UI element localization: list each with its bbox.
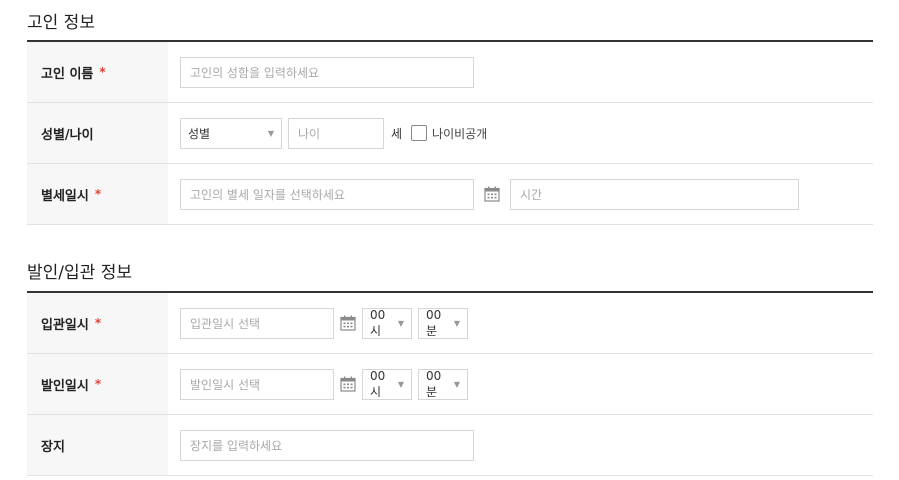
calendar-icon[interactable]	[340, 376, 356, 392]
funeral-form: 입관일시 * 입관일시 선택 00시 ▼ 00분 ▼ 발인일시 * 발인일시 선…	[27, 291, 873, 476]
burial-field-wrap: 장지를 입력하세요	[168, 429, 873, 461]
encoffin-minute-value: 00분	[426, 307, 442, 338]
gender-select[interactable]: 성별 ▼	[180, 117, 282, 149]
required-mark: *	[94, 316, 102, 330]
death-date-input[interactable]: 고인의 별세 일자를 선택하세요	[180, 178, 474, 210]
departure-minute-select[interactable]: 00분 ▼	[418, 368, 468, 400]
age-unit: 세	[391, 126, 403, 141]
death-time-placeholder: 시간	[520, 187, 543, 202]
calendar-icon[interactable]	[340, 315, 356, 331]
deceased-name-placeholder: 고인의 성함을 입력하세요	[190, 65, 320, 80]
name-label-text: 고인 이름	[41, 66, 94, 82]
departure-date-input[interactable]: 발인일시 선택	[180, 368, 334, 400]
burial-label: 장지	[27, 415, 168, 475]
deceased-name-input[interactable]: 고인의 성함을 입력하세요	[180, 56, 474, 88]
encoffin-hour-select[interactable]: 00시 ▼	[362, 307, 412, 339]
gender-age-label-text: 성별/나이	[41, 127, 94, 143]
encoffin-label: 입관일시 *	[27, 293, 168, 353]
departure-date-placeholder: 발인일시 선택	[190, 377, 261, 392]
death-time-input[interactable]: 시간	[510, 178, 799, 210]
required-mark: *	[94, 187, 102, 201]
caret-down-icon: ▼	[397, 318, 404, 328]
death-datetime-label: 별세일시 *	[27, 164, 168, 224]
departure-hour-value: 00시	[370, 368, 386, 399]
age-placeholder: 나이	[298, 126, 321, 141]
encoffin-row: 입관일시 * 입관일시 선택 00시 ▼ 00분 ▼	[27, 293, 873, 354]
encoffin-field-wrap: 입관일시 선택 00시 ▼ 00분 ▼	[168, 307, 873, 339]
encoffin-date-placeholder: 입관일시 선택	[190, 316, 261, 331]
deceased-section-title: 고인 정보	[27, 13, 95, 33]
required-mark: *	[99, 65, 106, 79]
hide-age-checkbox[interactable]	[411, 125, 428, 141]
death-datetime-field-wrap: 고인의 별세 일자를 선택하세요 시간	[168, 178, 873, 210]
departure-label-text: 발인일시	[41, 378, 89, 394]
burial-place-placeholder: 장지를 입력하세요	[190, 438, 283, 453]
gender-age-label: 성별/나이	[27, 103, 168, 163]
name-field-wrap: 고인의 성함을 입력하세요	[168, 56, 873, 88]
departure-hour-select[interactable]: 00시 ▼	[362, 368, 412, 400]
departure-label: 발인일시 *	[27, 354, 168, 414]
caret-down-icon: ▼	[397, 379, 404, 389]
required-mark: *	[94, 377, 102, 391]
death-datetime-label-text: 별세일시	[41, 188, 89, 204]
burial-label-text: 장지	[41, 439, 65, 455]
departure-field-wrap: 발인일시 선택 00시 ▼ 00분 ▼	[168, 368, 873, 400]
departure-minute-value: 00분	[426, 368, 442, 399]
caret-down-icon: ▼	[453, 379, 460, 389]
encoffin-date-input[interactable]: 입관일시 선택	[180, 307, 334, 339]
burial-place-input[interactable]: 장지를 입력하세요	[180, 429, 474, 461]
deceased-form: 고인 이름 * 고인의 성함을 입력하세요 성별/나이 성별 ▼ 나이 세 나이…	[27, 40, 873, 225]
hide-age-label[interactable]: 나이비공개	[432, 125, 487, 142]
name-label: 고인 이름 *	[27, 42, 168, 102]
death-date-placeholder: 고인의 별세 일자를 선택하세요	[190, 187, 345, 202]
burial-row: 장지 장지를 입력하세요	[27, 415, 873, 476]
caret-down-icon: ▼	[453, 318, 460, 328]
age-input[interactable]: 나이	[288, 117, 384, 149]
encoffin-minute-select[interactable]: 00분 ▼	[418, 307, 468, 339]
calendar-icon[interactable]	[484, 186, 500, 202]
caret-down-icon: ▼	[267, 128, 274, 138]
name-row: 고인 이름 * 고인의 성함을 입력하세요	[27, 42, 873, 103]
funeral-section-title: 발인/입관 정보	[27, 263, 132, 283]
death-datetime-row: 별세일시 * 고인의 별세 일자를 선택하세요 시간	[27, 164, 873, 225]
gender-age-field-wrap: 성별 ▼ 나이 세 나이비공개	[168, 117, 873, 149]
departure-row: 발인일시 * 발인일시 선택 00시 ▼ 00분 ▼	[27, 354, 873, 415]
gender-age-row: 성별/나이 성별 ▼ 나이 세 나이비공개	[27, 103, 873, 164]
encoffin-hour-value: 00시	[370, 307, 386, 338]
encoffin-label-text: 입관일시	[41, 317, 89, 333]
gender-select-value: 성별	[188, 126, 211, 141]
